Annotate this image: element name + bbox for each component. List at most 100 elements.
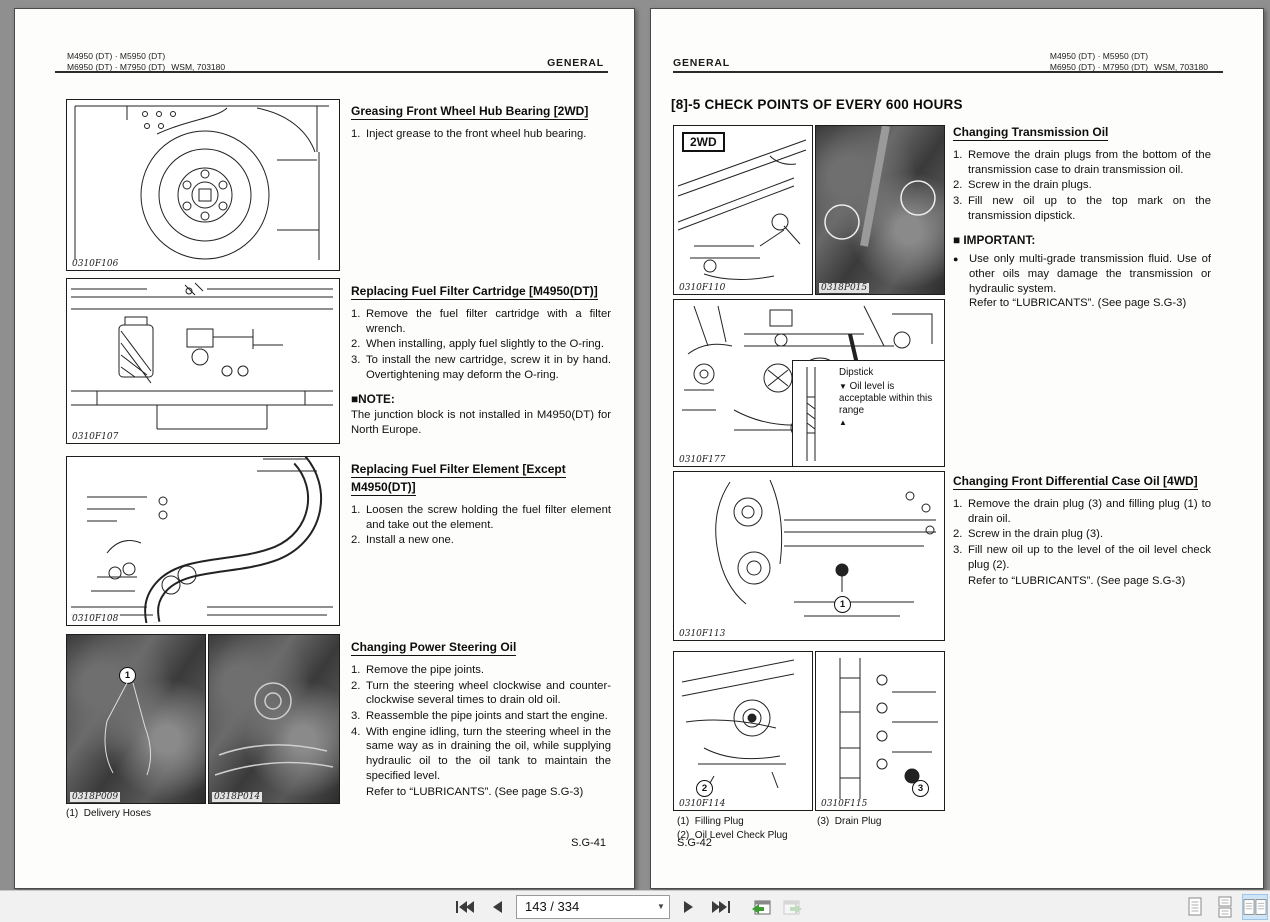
step: 1. Remove the fuel filter cartridge with …: [351, 308, 611, 335]
refer-line: Refer to “LUBRICANTS”. (See page S.G-3): [366, 786, 584, 799]
section-title: Changing Front Differential Case Oil [4W…: [953, 474, 1198, 490]
single-page-layout-icon: [1188, 897, 1202, 915]
note-label: ■NOTE:: [351, 392, 395, 407]
header-rule: [673, 71, 1223, 73]
figure-fuel-filter-element: 0310F108: [66, 456, 340, 626]
left-page: M4950 (DT) · M5950 (DT) M6950 (DT) · M79…: [14, 8, 635, 889]
callout-1-marker: 1: [834, 596, 851, 613]
previous-page-button[interactable]: [484, 895, 510, 919]
single-page-layout-button[interactable]: [1182, 894, 1208, 920]
section-title: Greasing Front Wheel Hub Bearing [2WD]: [351, 104, 589, 120]
header-section-label: GENERAL: [547, 57, 604, 69]
figure-label: 0310F114: [677, 799, 728, 809]
step: 1. Remove the drain plugs from the bottom…: [953, 149, 1211, 176]
bullet-icon: ●: [953, 254, 959, 265]
figure-2wd-underside: 2WD 0310F110: [673, 125, 813, 295]
step: 2. Screw in the drain plug (3).: [953, 528, 1104, 541]
step: 1. Remove the pipe joints.: [351, 664, 485, 676]
pipe-lines-icon: [214, 682, 334, 776]
wheel-hub-drawing-icon: [74, 105, 329, 260]
combobox-caret-icon[interactable]: ▼: [653, 902, 669, 911]
next-page-icon: [684, 900, 693, 913]
figure-label: 0318P015: [819, 283, 870, 293]
oil-level-text: Oil level is acceptable within this rang…: [839, 380, 933, 416]
section-title: Replacing Fuel Filter Element [Except M4…: [351, 462, 566, 496]
figure-drain-plug: 3 0310F115: [815, 651, 945, 811]
section-greasing-front-wheel-hub: Greasing Front Wheel Hub Bearing [2WD] 1…: [351, 102, 611, 143]
section-title: Replacing Fuel Filter Cartridge [M4950(D…: [351, 284, 598, 300]
step: 2. Install a new one.: [351, 534, 454, 547]
drain-plug-highlights-icon: [824, 126, 936, 247]
callout-3-marker: 3: [912, 780, 929, 797]
header-rule: [55, 71, 608, 73]
figure-label: 0310F177: [677, 455, 728, 465]
page-navigation-group: ▼: [452, 891, 806, 922]
refer-line: Refer to “LUBRICANTS”. (See page S.G-3): [969, 297, 1187, 310]
figure-photo-delivery-hoses: 1 0318P009: [66, 634, 206, 804]
filling-plug-drawing-icon: [681, 659, 795, 791]
figure-label: 0318P009: [70, 792, 121, 802]
header-models: M4950 (DT) · M5950 (DT) M6950 (DT) · M79…: [1050, 51, 1208, 72]
step: 1. Remove the drain plug (3) and filling …: [953, 498, 1211, 525]
section-title: Changing Transmission Oil: [953, 125, 1109, 141]
continuous-layout-button[interactable]: [1212, 894, 1238, 920]
two-page-layout-button[interactable]: [1242, 893, 1268, 920]
figure-label: 0310F113: [677, 629, 728, 639]
header-section-label: GENERAL: [673, 57, 730, 69]
step: 2. Turn the steering wheel clockwise and …: [351, 679, 611, 707]
step: 1. Loosen the screw holding the fuel filt…: [351, 504, 611, 531]
figure-transmission-dipstick: Dipstick ▼ Oil level is acceptable withi…: [673, 299, 945, 467]
figure-fuel-filter-cartridge: 0310F107: [66, 278, 340, 444]
figure-label: 0310F107: [70, 432, 121, 442]
section-changing-transmission-oil: Changing Transmission Oil 1. Remove the d…: [953, 123, 1211, 311]
step: 3. Fill new oil up to the level of the oi…: [953, 544, 1211, 571]
figure-wheel-hub: 0310F106: [66, 99, 340, 271]
hose-leader-lines-icon: [104, 682, 151, 776]
fuel-filter-element-drawing-icon: [71, 457, 333, 623]
step: 3. Reassemble the pipe joints and start t…: [351, 710, 608, 723]
page-number: S.G-41: [571, 837, 606, 849]
first-page-icon: [456, 900, 474, 913]
figure-label: 0310F106: [70, 259, 121, 269]
first-page-button[interactable]: [452, 895, 478, 919]
figure-label: 0310F110: [677, 283, 728, 293]
front-axle-drawing-icon: [715, 479, 936, 617]
arrow-up-icon: ▲: [839, 417, 847, 427]
section-replacing-fuel-filter-element: Replacing Fuel Filter Element [Except M4…: [351, 460, 611, 549]
section-changing-front-differential-oil: Changing Front Differential Case Oil [4W…: [953, 472, 1211, 587]
figure-photo-drain-plugs: 0318P015: [815, 125, 945, 295]
header-models-line1: M4950 (DT) · M5950 (DT): [1049, 51, 1149, 61]
step: 1. Inject grease to the front wheel hub b…: [351, 128, 587, 140]
page-number: S.G-42: [677, 837, 712, 849]
refer-line: Refer to “LUBRICANTS”. (See page S.G-3): [968, 575, 1186, 588]
step: 2. Screw in the drain plugs.: [953, 179, 1092, 192]
caption-text: Delivery Hoses: [83, 808, 152, 819]
header-models: M4950 (DT) · M5950 (DT) M6950 (DT) · M79…: [67, 51, 225, 72]
last-page-button[interactable]: [708, 895, 734, 919]
page-number-input[interactable]: [517, 895, 653, 918]
step: 4. With engine idling, turn the steering …: [351, 725, 611, 782]
important-bullet: ● Use only multi-grade transmission flui…: [953, 253, 1211, 310]
figure-caption: (1) Delivery Hoses: [66, 807, 151, 821]
figure-front-axle: 1 0310F113: [673, 471, 945, 641]
step: 3. To install the new cartridge, screw it…: [351, 354, 611, 381]
previous-view-icon: [752, 900, 771, 914]
dipstick-inset: Dipstick ▼ Oil level is acceptable withi…: [792, 360, 944, 466]
two-page-layout-icon: [1243, 898, 1267, 915]
caption-number: (1): [66, 808, 79, 819]
next-view-button[interactable]: [780, 895, 806, 919]
note-text: The junction block is not installed in M…: [351, 409, 611, 437]
next-page-button[interactable]: [676, 895, 702, 919]
figure-label: 0310F108: [70, 614, 121, 624]
continuous-scroll-layout-icon: [1218, 896, 1232, 917]
last-page-icon: [712, 900, 730, 913]
important-label: ■ IMPORTANT:: [953, 233, 1036, 248]
2wd-tag: 2WD: [682, 132, 725, 152]
page-number-combobox[interactable]: ▼: [516, 894, 670, 919]
dipstick-drawing-icon: [806, 367, 816, 461]
next-view-icon: [783, 900, 802, 914]
previous-page-icon: [493, 900, 502, 913]
page-title: [8]-5 CHECK POINTS OF EVERY 600 HOURS: [671, 97, 963, 112]
figure-filling-plug: 2 0310F114: [673, 651, 813, 811]
previous-view-button[interactable]: [748, 895, 774, 919]
